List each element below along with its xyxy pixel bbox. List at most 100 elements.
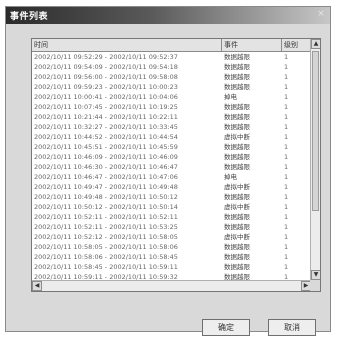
table-row[interactable]: 2002/10/11 10:46:30 - 2002/10/11 10:46:4… xyxy=(32,162,311,172)
table-row[interactable]: 2002/10/11 10:00:41 - 2002/10/11 10:04:0… xyxy=(32,92,311,102)
level-cell: 1 xyxy=(284,103,289,111)
event-cell: 虚拟中断 xyxy=(224,183,250,191)
time-cell: 2002/10/11 10:21:44 - 2002/10/11 10:22:1… xyxy=(34,113,178,121)
event-cell: 数据越限 xyxy=(224,73,250,81)
table-row[interactable]: 2002/10/11 10:45:51 - 2002/10/11 10:45:5… xyxy=(32,142,311,152)
time-cell: 2002/10/11 10:32:27 - 2002/10/11 10:33:4… xyxy=(34,123,178,131)
table-row[interactable]: 2002/10/11 10:44:52 - 2002/10/11 10:44:5… xyxy=(32,132,311,142)
event-cell: 数据越限 xyxy=(224,83,250,91)
time-cell: 2002/10/11 09:59:23 - 2002/10/11 10:00:2… xyxy=(34,83,178,91)
level-cell: 1 xyxy=(284,173,289,181)
table-row[interactable]: 2002/10/11 10:49:47 - 2002/10/11 10:49:4… xyxy=(32,182,311,192)
level-cell: 1 xyxy=(284,223,289,231)
event-cell: 数据越限 xyxy=(224,213,250,221)
table-row[interactable]: 2002/10/11 09:52:29 - 2002/10/11 09:52:3… xyxy=(32,52,311,62)
event-cell: 数据越限 xyxy=(224,123,250,131)
event-cell: 数据越限 xyxy=(224,243,250,251)
time-cell: 2002/10/11 10:46:47 - 2002/10/11 10:47:0… xyxy=(34,173,178,181)
column-header-time[interactable]: 时间 xyxy=(32,39,222,52)
level-cell: 1 xyxy=(284,53,289,61)
table-row[interactable]: 2002/10/11 10:49:48 - 2002/10/11 10:50:1… xyxy=(32,192,311,202)
time-cell: 2002/10/11 10:58:06 - 2002/10/11 10:58:4… xyxy=(34,253,178,261)
event-cell: 数据越限 xyxy=(224,53,250,61)
level-cell: 1 xyxy=(284,163,289,171)
scrollbar-corner xyxy=(310,280,320,291)
event-list[interactable]: 时间 事件 级别 2002/10/11 09:52:29 - 2002/10/1… xyxy=(31,38,321,292)
event-cell: 数据越限 xyxy=(224,223,250,231)
time-cell: 2002/10/11 10:49:47 - 2002/10/11 10:49:4… xyxy=(34,183,178,191)
time-cell: 2002/10/11 09:52:29 - 2002/10/11 09:52:3… xyxy=(34,53,178,61)
time-cell: 2002/10/11 10:50:12 - 2002/10/11 10:50:1… xyxy=(34,203,178,211)
vertical-scroll-thumb[interactable] xyxy=(312,51,319,211)
time-cell: 2002/10/11 10:00:41 - 2002/10/11 10:04:0… xyxy=(34,93,178,101)
event-cell: 数据越限 xyxy=(224,153,250,161)
time-cell: 2002/10/11 09:56:00 - 2002/10/11 09:58:0… xyxy=(34,73,178,81)
time-cell: 2002/10/11 10:46:09 - 2002/10/11 10:46:0… xyxy=(34,153,178,161)
table-row[interactable]: 2002/10/11 10:52:11 - 2002/10/11 10:52:1… xyxy=(32,212,311,222)
level-cell: 1 xyxy=(284,133,289,141)
scroll-up-icon[interactable]: ▲ xyxy=(311,39,320,49)
table-row[interactable]: 2002/10/11 10:46:47 - 2002/10/11 10:47:0… xyxy=(32,172,311,182)
level-cell: 1 xyxy=(284,93,289,101)
level-cell: 1 xyxy=(284,183,289,191)
level-cell: 1 xyxy=(284,143,289,151)
time-cell: 2002/10/11 10:45:51 - 2002/10/11 10:45:5… xyxy=(34,143,178,151)
vertical-scrollbar[interactable]: ▲ ▼ xyxy=(310,39,320,280)
table-row[interactable]: 2002/10/11 09:56:00 - 2002/10/11 09:58:0… xyxy=(32,72,311,82)
column-header-level[interactable]: 级别 xyxy=(282,39,311,52)
cancel-button[interactable]: 取消 xyxy=(268,319,316,336)
table-row[interactable]: 2002/10/11 10:50:12 - 2002/10/11 10:50:1… xyxy=(32,202,311,212)
table-row[interactable]: 2002/10/11 09:54:09 - 2002/10/11 09:54:1… xyxy=(32,62,311,72)
time-cell: 2002/10/11 10:49:48 - 2002/10/11 10:50:1… xyxy=(34,193,178,201)
close-icon[interactable]: × xyxy=(316,9,326,19)
time-cell: 2002/10/11 10:52:11 - 2002/10/11 10:52:1… xyxy=(34,213,178,221)
event-list-window: 事件列表 × 时间 事件 级别 2002/10/11 09:52:29 - 20… xyxy=(5,6,331,336)
level-cell: 1 xyxy=(284,213,289,221)
list-rows: 2002/10/11 09:52:29 - 2002/10/11 09:52:3… xyxy=(32,52,311,282)
event-cell: 数据越限 xyxy=(224,253,250,261)
level-cell: 1 xyxy=(284,83,289,91)
table-row[interactable]: 2002/10/11 10:21:44 - 2002/10/11 10:22:1… xyxy=(32,112,311,122)
ok-button[interactable]: 确定 xyxy=(202,319,250,336)
event-cell: 掉电 xyxy=(224,93,237,101)
level-cell: 1 xyxy=(284,73,289,81)
column-header-event[interactable]: 事件 xyxy=(222,39,282,52)
event-cell: 数据越限 xyxy=(224,263,250,271)
scroll-down-icon[interactable]: ▼ xyxy=(311,270,320,280)
table-row[interactable]: 2002/10/11 09:59:23 - 2002/10/11 10:00:2… xyxy=(32,82,311,92)
table-row[interactable]: 2002/10/11 10:58:45 - 2002/10/11 10:59:1… xyxy=(32,262,311,272)
event-cell: 数据越限 xyxy=(224,143,250,151)
title-bar[interactable]: 事件列表 × xyxy=(6,7,330,24)
level-cell: 1 xyxy=(284,113,289,121)
time-cell: 2002/10/11 10:52:12 - 2002/10/11 10:58:0… xyxy=(34,233,178,241)
table-row[interactable]: 2002/10/11 10:46:09 - 2002/10/11 10:46:0… xyxy=(32,152,311,162)
level-cell: 1 xyxy=(284,243,289,251)
table-row[interactable]: 2002/10/11 10:58:05 - 2002/10/11 10:58:0… xyxy=(32,242,311,252)
time-cell: 2002/10/11 10:07:45 - 2002/10/11 10:19:2… xyxy=(34,103,178,111)
event-cell: 虚拟中断 xyxy=(224,233,250,241)
table-row[interactable]: 2002/10/11 10:52:11 - 2002/10/11 10:53:2… xyxy=(32,222,311,232)
event-cell: 虚拟中断 xyxy=(224,133,250,141)
time-cell: 2002/10/11 10:58:05 - 2002/10/11 10:58:0… xyxy=(34,243,178,251)
scroll-left-icon[interactable]: ◀ xyxy=(32,281,42,291)
event-cell: 数据越限 xyxy=(224,163,250,171)
level-cell: 1 xyxy=(284,263,289,271)
event-cell: 虚拟中断 xyxy=(224,203,250,211)
level-cell: 1 xyxy=(284,153,289,161)
level-cell: 1 xyxy=(284,233,289,241)
list-header: 时间 事件 级别 xyxy=(32,39,311,52)
level-cell: 1 xyxy=(284,253,289,261)
time-cell: 2002/10/11 10:46:30 - 2002/10/11 10:46:4… xyxy=(34,163,178,171)
level-cell: 1 xyxy=(284,193,289,201)
window-title: 事件列表 xyxy=(10,12,49,22)
event-cell: 掉电 xyxy=(224,173,237,181)
table-row[interactable]: 2002/10/11 10:07:45 - 2002/10/11 10:19:2… xyxy=(32,102,311,112)
table-row[interactable]: 2002/10/11 10:58:06 - 2002/10/11 10:58:4… xyxy=(32,252,311,262)
level-cell: 1 xyxy=(284,63,289,71)
event-cell: 数据越限 xyxy=(224,103,250,111)
level-cell: 1 xyxy=(284,123,289,131)
table-row[interactable]: 2002/10/11 10:52:12 - 2002/10/11 10:58:0… xyxy=(32,232,311,242)
table-row[interactable]: 2002/10/11 10:32:27 - 2002/10/11 10:33:4… xyxy=(32,122,311,132)
horizontal-scrollbar[interactable]: ◀ ▶ xyxy=(32,280,311,291)
event-cell: 数据越限 xyxy=(224,113,250,121)
